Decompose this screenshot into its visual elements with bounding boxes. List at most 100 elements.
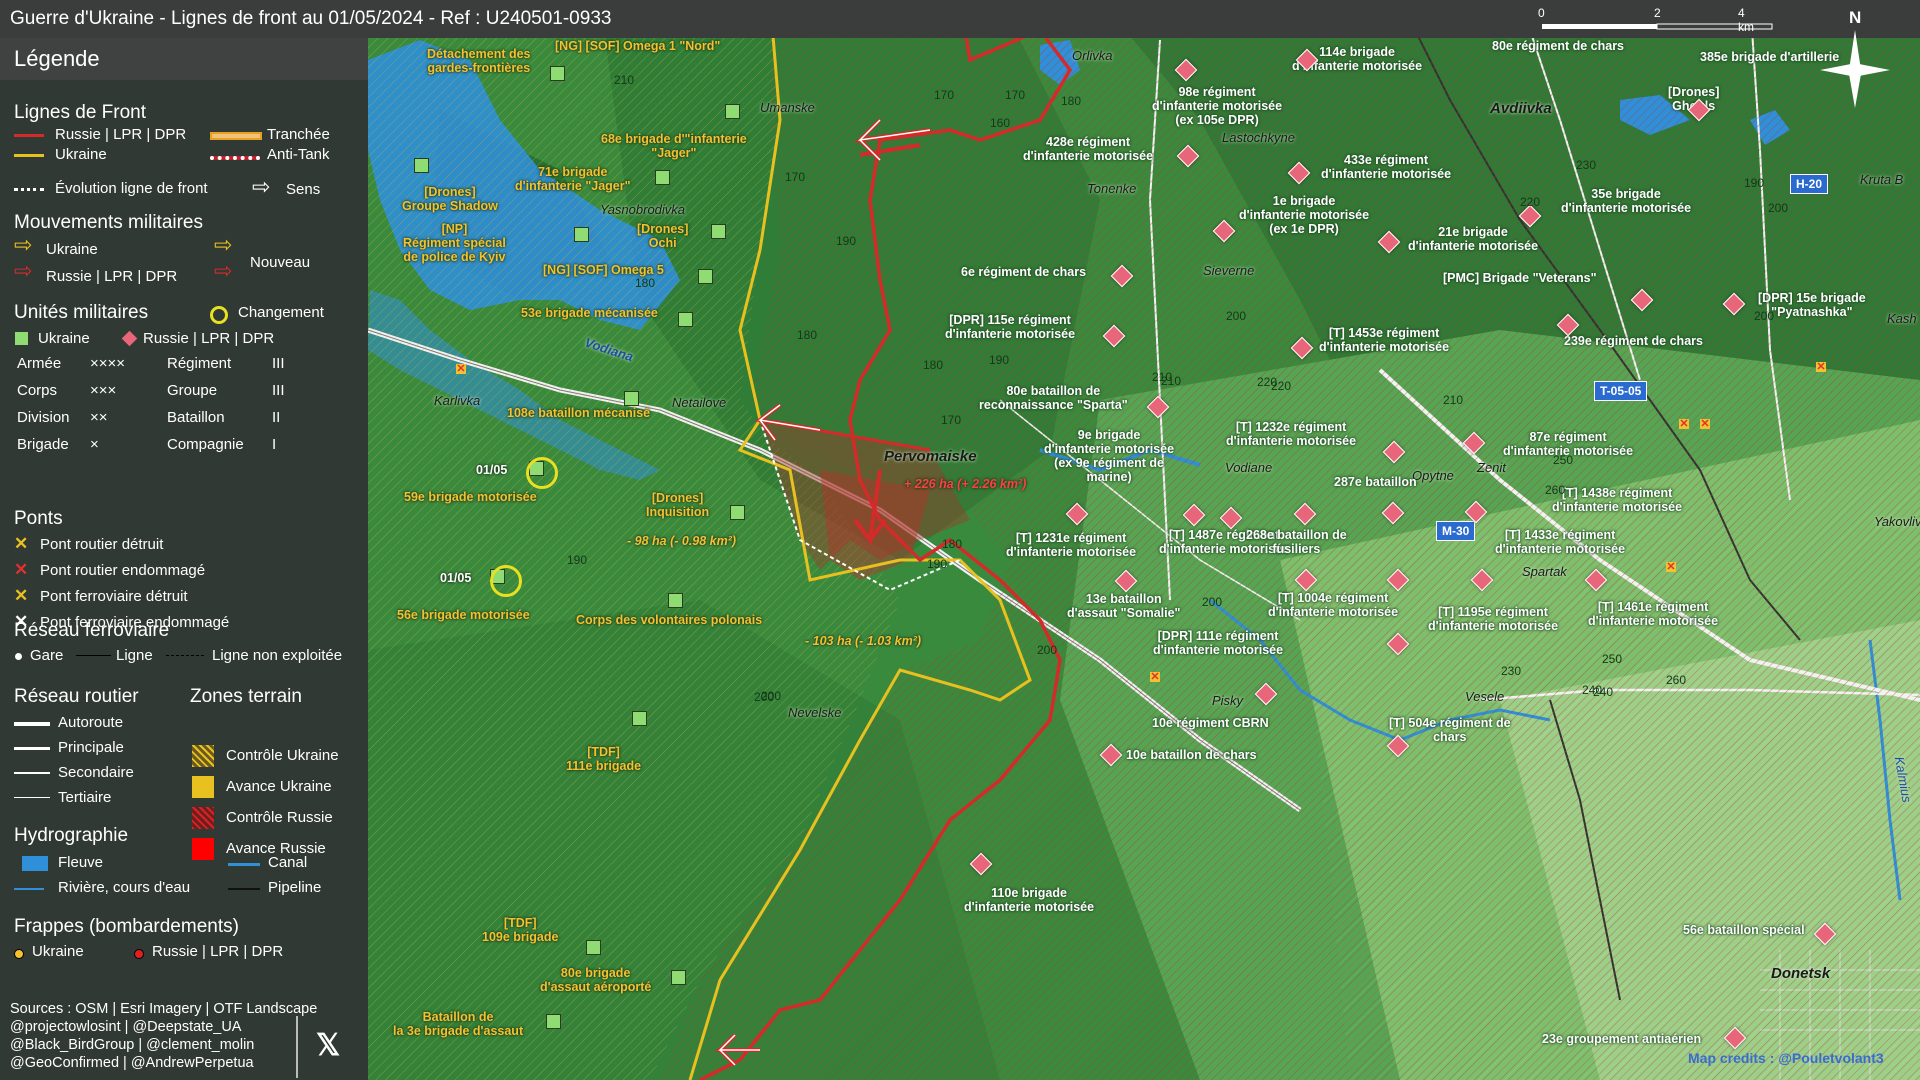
ua-unit-marker[interactable]	[586, 940, 601, 955]
roads-heading: Réseau routier	[14, 686, 139, 707]
ru-unit-label: 1e brigade d'infanterie motorisée (ex 1e D…	[1239, 194, 1370, 236]
place-label: Netailove	[672, 395, 727, 410]
altitude-label: 220	[1271, 379, 1292, 393]
ua-strike-label: Ukraine	[32, 943, 84, 960]
ua-unit-marker[interactable]	[668, 593, 683, 608]
ua-unit-marker[interactable]	[550, 66, 565, 81]
ua-unit-marker[interactable]	[671, 970, 686, 985]
ua-unit-label: Ukraine	[38, 330, 90, 347]
road-label: Principale	[58, 739, 124, 756]
bridge-damage-icon: ✕	[1816, 361, 1826, 373]
unit-size-symbol: ×××	[90, 382, 117, 399]
zone-label: Contrôle Russie	[226, 809, 333, 826]
bridge-damage-icon: ✕	[1679, 418, 1689, 430]
unit-size-label: Armée	[17, 355, 62, 372]
ua-unit-marker[interactable]	[725, 104, 740, 119]
bridge-damage-icon: ✕	[1700, 418, 1710, 430]
russia-arrow-icon: ⇨	[14, 258, 33, 283]
place-label: Vodiane	[1225, 460, 1273, 475]
altitude-label: 190	[927, 557, 948, 571]
change-circle-icon	[526, 457, 558, 489]
altitude-label: 170	[785, 170, 806, 184]
bridge-damage-icon: ✕	[456, 363, 466, 375]
north-label: N	[1849, 8, 1862, 27]
zones-heading: Zones terrain	[190, 686, 302, 707]
ru-unit-label: [T] 504e régiment de chars	[1389, 716, 1511, 744]
hydro-heading: Hydrographie	[14, 825, 129, 846]
altitude-label: 190	[1744, 176, 1765, 190]
place-label: Tonenke	[1087, 181, 1137, 196]
ru-unit-label: 268e bataillon de fusiliers	[1246, 528, 1347, 556]
antitank-label: Anti-Tank	[267, 146, 330, 163]
altitude-label: 250	[1602, 652, 1623, 666]
road-shield: H-20	[1790, 174, 1829, 194]
altitude-label: 180	[797, 328, 818, 342]
altitude-label: 170	[934, 88, 955, 102]
bridges-heading: Ponts	[14, 508, 63, 529]
road-label: Tertiaire	[58, 789, 112, 806]
unit-size-symbol: ××	[90, 409, 108, 426]
bridge-damage-icon: ✕	[1150, 671, 1160, 683]
zone-swatch	[192, 838, 214, 860]
station-dot-icon	[15, 653, 22, 660]
ua-unit-label: 68e brigade d'"infanterie "Jager"	[601, 132, 747, 160]
ua-unit-label: [Drones] Inquisition	[646, 491, 710, 519]
sources-divider	[296, 1016, 298, 1078]
rail-line-swatch	[76, 655, 111, 656]
place-label: Opytne	[1412, 468, 1454, 483]
unit-size-label: Compagnie	[167, 436, 244, 453]
ua-unit-label: [Drones] Ochi	[637, 222, 689, 250]
change-date-label: 01/05	[440, 571, 472, 585]
ru-unit-label: 428e régiment d'infanterie motorisée	[1023, 135, 1154, 163]
altitude-label: 250	[1553, 453, 1574, 467]
ua-unit-marker[interactable]	[574, 227, 589, 242]
legend-title: Légende	[0, 38, 368, 80]
station-label: Gare	[30, 647, 64, 664]
x-logo-icon[interactable]: 𝕏	[316, 1028, 340, 1063]
unit-size-symbol: I	[272, 436, 277, 453]
scale-label-2: 2	[1654, 6, 1661, 20]
altitude-label: 160	[990, 116, 1011, 130]
ru-unit-label: 287e bataillon	[1334, 475, 1417, 489]
ua-unit-marker[interactable]	[624, 391, 639, 406]
rail-unused-label: Ligne non exploitée	[212, 647, 343, 664]
sources-line: @projectowlosint | @Deepstate_UA	[10, 1019, 242, 1035]
direction-arrow-icon: ⇨	[252, 174, 271, 199]
ru-unit-label: [PMC] Brigade "Veterans"	[1443, 271, 1597, 285]
place-label: Umanske	[760, 100, 815, 115]
ru-unit-label: 56e bataillon spécial	[1683, 923, 1805, 937]
ua-unit-marker[interactable]	[655, 170, 670, 185]
ru-unit-label: 13e bataillon d'assaut "Somalie"	[1067, 592, 1181, 620]
altitude-label: 190	[989, 353, 1010, 367]
ua-unit-marker[interactable]	[632, 711, 647, 726]
ua-unit-marker[interactable]	[730, 505, 745, 520]
bridge-x-icon: ✕	[14, 534, 29, 553]
ru-unit-label: 35e brigade d'infanterie motorisée	[1561, 187, 1692, 215]
altitude-label: 200	[1754, 309, 1775, 323]
ru-unit-label: 10e bataillon de chars	[1126, 748, 1257, 762]
ua-unit-marker[interactable]	[414, 158, 429, 173]
ua-unit-marker[interactable]	[698, 269, 713, 284]
ua-unit-label: [NG] [SOF] Omega 1 "Nord"	[555, 39, 721, 53]
road-swatch	[14, 772, 50, 774]
ua-unit-label: 80e brigade d'assaut aéroporté	[540, 966, 652, 994]
change-circle-icon	[490, 565, 522, 597]
ru-unit-label: 80e régiment de chars	[1492, 39, 1625, 53]
change-label: Changement	[238, 304, 324, 321]
scale-label-4: 4 km	[1738, 6, 1754, 34]
unit-size-label: Bataillon	[167, 409, 225, 426]
altitude-label: 190	[567, 553, 588, 567]
canal-swatch	[228, 863, 260, 866]
ua-unit-label: 108e bataillon mécanisé	[507, 406, 651, 420]
ua-unit-marker[interactable]	[711, 224, 726, 239]
altitude-label: 190	[836, 234, 857, 248]
pipeline-swatch	[228, 888, 260, 890]
place-label: Pisky	[1212, 693, 1244, 708]
new-movement-label: Nouveau	[250, 254, 311, 271]
road-swatch	[14, 797, 50, 798]
strikes-heading: Frappes (bombardements)	[14, 916, 239, 937]
ukraine-arrow-icon: ⇨	[14, 232, 33, 257]
ua-unit-marker[interactable]	[546, 1014, 561, 1029]
ua-unit-marker[interactable]	[678, 312, 693, 327]
ru-unit-label: 98e régiment d'infanterie motorisée (ex 10…	[1152, 85, 1283, 127]
